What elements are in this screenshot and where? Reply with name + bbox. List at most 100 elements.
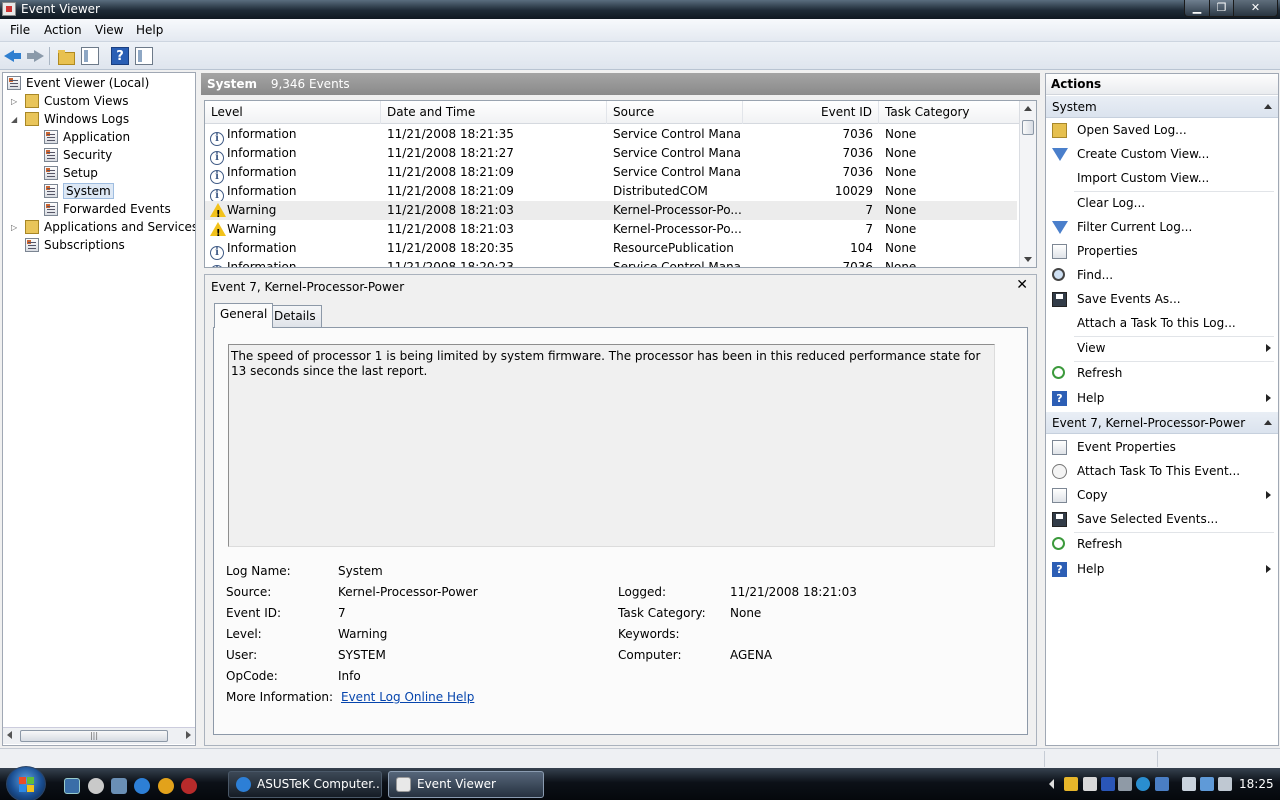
show-hide-action-pane-icon[interactable]	[135, 47, 153, 65]
table-row[interactable]: i Information 11/21/2008 18:21:09 Distrib…	[205, 182, 1017, 203]
event-log-online-help-link[interactable]: Event Log Online Help	[341, 690, 474, 704]
show-hidden-icons-arrow-icon[interactable]	[1049, 779, 1054, 789]
network-icon[interactable]	[1200, 777, 1214, 791]
computer-label: Computer:	[618, 648, 682, 662]
menu-help[interactable]: Help	[136, 23, 163, 37]
tray-icon[interactable]	[1118, 777, 1132, 791]
action-help-event[interactable]: ? Help	[1046, 558, 1278, 580]
log-icon	[44, 202, 58, 216]
scrollbar-thumb[interactable]: |||	[20, 730, 168, 742]
minimize-button[interactable]: ▁	[1184, 0, 1210, 17]
action-create-custom-view[interactable]: Create Custom View...	[1046, 143, 1278, 165]
taskbar-button-event-viewer[interactable]: Event Viewer	[388, 771, 544, 798]
tray-icon[interactable]	[1083, 777, 1097, 791]
collapse-triangle-icon[interactable]	[1264, 420, 1272, 425]
menu-view[interactable]: View	[95, 23, 123, 37]
action-save-events-as[interactable]: Save Events As...	[1046, 288, 1278, 310]
table-row[interactable]: i Information 11/21/2008 18:21:35 Service…	[205, 125, 1017, 146]
action-refresh[interactable]: Refresh	[1046, 362, 1278, 384]
action-refresh-event[interactable]: Refresh	[1046, 533, 1278, 555]
tab-details[interactable]: Details	[268, 305, 322, 327]
tree-item-setup[interactable]: Setup	[44, 164, 98, 182]
column-header-source[interactable]: Source	[607, 101, 743, 124]
action-properties[interactable]: Properties	[1046, 240, 1278, 262]
action-import-custom-view[interactable]: Import Custom View...	[1046, 167, 1278, 189]
bluetooth-icon[interactable]	[1101, 777, 1115, 791]
action-copy[interactable]: Copy	[1046, 484, 1278, 506]
action-attach-task-to-log[interactable]: Attach a Task To this Log...	[1046, 312, 1278, 334]
tree-item-system[interactable]: System	[44, 182, 114, 200]
tray-icon[interactable]	[1064, 777, 1078, 791]
start-button[interactable]	[6, 766, 46, 800]
column-header-level[interactable]: Level	[205, 101, 381, 124]
tree-item-windows-logs[interactable]: Windows Logs	[25, 110, 129, 128]
action-clear-log[interactable]: Clear Log...	[1046, 192, 1278, 214]
menu-file[interactable]: File	[10, 23, 30, 37]
browser-icon[interactable]	[158, 778, 174, 794]
tree-item-subscriptions[interactable]: Subscriptions	[25, 236, 125, 254]
action-help[interactable]: ? Help	[1046, 387, 1278, 409]
menu-action[interactable]: Action	[44, 23, 82, 37]
help-icon[interactable]: ?	[111, 47, 129, 65]
table-row[interactable]: Warning 11/21/2008 18:21:03 Kernel-Proce…	[205, 220, 1017, 239]
media-icon[interactable]	[88, 778, 104, 794]
task-category-value: None	[730, 606, 762, 620]
tree-item-event-viewer-local[interactable]: Event Viewer (Local)	[7, 74, 149, 92]
tree-item-forwarded-events[interactable]: Forwarded Events	[44, 200, 171, 218]
action-view[interactable]: View	[1046, 337, 1278, 359]
column-header-date-time[interactable]: Date and Time	[381, 101, 607, 124]
action-save-selected-events[interactable]: Save Selected Events...	[1046, 508, 1278, 530]
tray-icon[interactable]	[1136, 777, 1150, 791]
volume-icon[interactable]	[1218, 777, 1232, 791]
internet-explorer-icon[interactable]	[134, 778, 150, 794]
computer-icon[interactable]	[111, 778, 127, 794]
action-find[interactable]: Find...	[1046, 264, 1278, 286]
submenu-arrow-icon	[1266, 565, 1271, 573]
action-open-saved-log[interactable]: Open Saved Log...	[1046, 119, 1278, 141]
up-folder-icon[interactable]	[57, 47, 75, 65]
show-hide-console-tree-icon[interactable]	[81, 47, 99, 65]
scroll-left-arrow-icon[interactable]	[7, 731, 12, 739]
scroll-right-arrow-icon[interactable]	[186, 731, 191, 739]
action-filter-current-log[interactable]: Filter Current Log...	[1046, 216, 1278, 238]
actions-section-event[interactable]: Event 7, Kernel-Processor-Power	[1046, 412, 1278, 434]
folder-icon	[25, 94, 39, 108]
event-list-vertical-scrollbar[interactable]	[1019, 101, 1036, 267]
expand-arrow-icon[interactable]: ▷	[11, 223, 17, 232]
action-attach-task-to-event[interactable]: Attach Task To This Event...	[1046, 460, 1278, 482]
scroll-down-arrow-icon[interactable]	[1024, 257, 1032, 262]
tab-general[interactable]: General	[214, 303, 274, 328]
tree-item-security[interactable]: Security	[44, 146, 112, 164]
forward-arrow-icon[interactable]	[26, 47, 44, 65]
scrollbar-thumb[interactable]	[1022, 120, 1034, 135]
event-viewer-app-icon[interactable]	[2, 2, 16, 16]
maximize-button[interactable]: ❐	[1209, 0, 1234, 17]
column-header-event-id[interactable]: Event ID	[743, 101, 879, 124]
tree-horizontal-scrollbar[interactable]: |||	[3, 727, 195, 744]
status-bar-divider	[1044, 751, 1045, 767]
close-icon[interactable]: ✕	[1016, 277, 1028, 293]
column-header-task-category[interactable]: Task Category	[879, 101, 1021, 124]
table-row-selected[interactable]: Warning 11/21/2008 18:21:03 Kernel-Proce…	[205, 201, 1017, 220]
taskbar-button-asustek[interactable]: ASUSTeK Computer...	[228, 771, 382, 798]
show-desktop-icon[interactable]	[64, 778, 80, 794]
back-arrow-icon[interactable]	[4, 47, 22, 65]
expand-arrow-icon[interactable]: ▷	[11, 97, 17, 106]
tree-item-application[interactable]: Application	[44, 128, 130, 146]
collapse-triangle-icon[interactable]	[1264, 104, 1272, 109]
clock[interactable]: 18:25	[1239, 777, 1274, 791]
app-icon[interactable]	[181, 778, 197, 794]
table-row[interactable]: i Information 11/21/2008 18:21:09 Service…	[205, 163, 1017, 184]
close-window-button[interactable]: ✕	[1233, 0, 1278, 17]
actions-section-system[interactable]: System	[1046, 96, 1278, 118]
table-row[interactable]: i Information 11/21/2008 18:20:35 Resourc…	[205, 239, 1017, 260]
tray-icon[interactable]	[1155, 777, 1169, 791]
tree-item-applications-and-services-logs[interactable]: Applications and Services Logs	[25, 218, 195, 236]
collapse-arrow-icon[interactable]: ◢	[11, 115, 17, 124]
scroll-up-arrow-icon[interactable]	[1024, 106, 1032, 111]
tree-item-custom-views[interactable]: Custom Views	[25, 92, 129, 110]
table-row[interactable]: i Information 11/21/2008 18:21:27 Service…	[205, 144, 1017, 165]
power-icon[interactable]	[1182, 777, 1196, 791]
table-row[interactable]: iInformation 11/21/2008 18:20:23 Service…	[205, 258, 1017, 267]
action-event-properties[interactable]: Event Properties	[1046, 436, 1278, 458]
